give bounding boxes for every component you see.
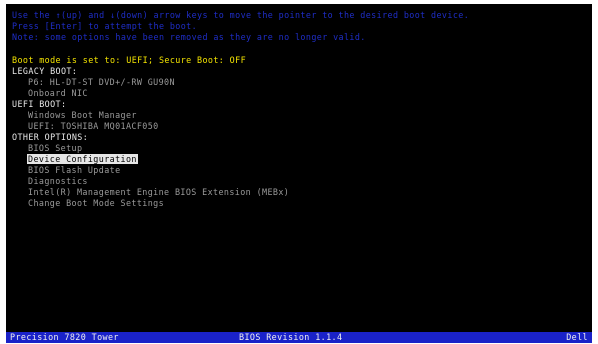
instruction-line-2: Press [Enter] to attempt the boot. [12, 21, 198, 31]
bios-boot-menu-screen: Use the ↑(up) and ↓(down) arrow keys to … [6, 4, 592, 343]
menu-item-mebx[interactable]: Intel(R) Management Engine BIOS Extensio… [28, 187, 289, 197]
boot-option-legacy-dvd[interactable]: P6: HL-DT-ST DVD+/-RW GU90N [28, 77, 175, 87]
menu-item-change-boot-mode[interactable]: Change Boot Mode Settings [28, 198, 164, 208]
instruction-line-1: Use the ↑(up) and ↓(down) arrow keys to … [12, 10, 470, 20]
instruction-line-3: Note: some options have been removed as … [12, 32, 366, 42]
menu-item-diagnostics[interactable]: Diagnostics [28, 176, 88, 186]
vendor-label: Dell [566, 332, 588, 342]
boot-mode-status: Boot mode is set to: UEFI; Secure Boot: … [12, 55, 247, 65]
system-model-label: Precision 7820 Tower [10, 332, 119, 342]
menu-item-bios-flash-update[interactable]: BIOS Flash Update [28, 165, 121, 175]
boot-option-windows-boot-manager[interactable]: Windows Boot Manager [28, 110, 137, 120]
menu-item-bios-setup[interactable]: BIOS Setup [28, 143, 82, 153]
bios-revision-label: BIOS Revision 1.1.4 [239, 332, 343, 342]
boot-option-uefi-toshiba[interactable]: UEFI: TOSHIBA MQ01ACF050 [28, 121, 159, 131]
menu-item-device-configuration[interactable]: Device Configuration [27, 154, 138, 165]
uefi-boot-heading: UEFI BOOT: [12, 99, 67, 109]
legacy-boot-heading: LEGACY BOOT: [12, 66, 78, 76]
other-options-heading: OTHER OPTIONS: [12, 132, 89, 142]
boot-option-onboard-nic[interactable]: Onboard NIC [28, 88, 88, 98]
status-bar: Precision 7820 Tower BIOS Revision 1.1.4… [6, 332, 592, 343]
